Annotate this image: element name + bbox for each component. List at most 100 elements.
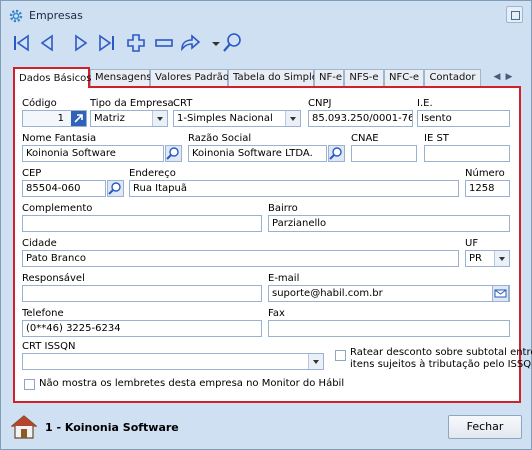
first-record-button[interactable]: [11, 31, 33, 55]
send-email-button[interactable]: [492, 285, 509, 302]
tab-nfe[interactable]: NF-e: [314, 69, 344, 87]
tab-tabela-do-simples[interactable]: Tabela do Simples: [228, 69, 323, 87]
prev-icon: [40, 34, 53, 52]
first-icon: [14, 34, 29, 52]
nao-mostra-lembretes-checkbox[interactable]: [24, 379, 35, 390]
chevron-down-icon[interactable]: [152, 111, 167, 126]
cnae-label: CNAE: [351, 133, 379, 144]
tab-contador[interactable]: Contador: [424, 69, 481, 87]
cidade-field[interactable]: Pato Branco: [22, 250, 459, 267]
share-dropdown-button[interactable]: [205, 31, 220, 55]
dados-basicos-panel: Código 1 Tipo da Empresa Matriz CRT 1-Si…: [13, 86, 532, 403]
razao-social-field[interactable]: Koinonia Software LTDA.: [188, 145, 327, 162]
endereco-field[interactable]: Rua Itapuã: [129, 180, 459, 197]
previous-record-button[interactable]: [37, 31, 59, 55]
tab-scroll-left-icon[interactable]: ◀: [491, 70, 503, 84]
crt-value: 1-Simples Nacional: [177, 113, 273, 124]
open-link-icon: [71, 111, 86, 126]
email-icon: [492, 285, 509, 302]
fax-field[interactable]: [268, 320, 510, 337]
app-gear-icon: [9, 9, 23, 23]
search-icon: [223, 33, 241, 52]
razao-social-label: Razão Social: [188, 133, 252, 144]
next-record-button[interactable]: [69, 31, 91, 55]
ie-label: I.E.: [417, 98, 433, 109]
bairro-label: Bairro: [268, 203, 298, 214]
window-title: Empresas: [29, 9, 83, 22]
tab-strip: Dados Básicos Mensagens Valores Padrão T…: [13, 67, 521, 88]
chevron-down-icon[interactable]: [308, 354, 323, 369]
chevron-down-icon[interactable]: [494, 251, 509, 266]
nome-fantasia-field[interactable]: Koinonia Software: [22, 145, 164, 162]
complemento-field[interactable]: [22, 215, 262, 232]
tipo-empresa-select[interactable]: Matriz: [90, 110, 168, 127]
title-bar: Empresas: [1, 1, 531, 31]
endereco-label: Endereço: [129, 168, 176, 179]
ie-field[interactable]: Isento: [417, 110, 510, 127]
cep-field[interactable]: 85504-060: [22, 180, 106, 197]
cnae-field[interactable]: [351, 145, 417, 162]
chevron-down-icon[interactable]: [285, 111, 300, 126]
nome-fantasia-label: Nome Fantasia: [22, 133, 97, 144]
search-icon: [328, 145, 345, 162]
next-icon: [75, 34, 88, 52]
telefone-field[interactable]: (0**46) 3225-6234: [22, 320, 262, 337]
tipo-empresa-label: Tipo da Empresa: [90, 98, 174, 109]
share-button[interactable]: [179, 31, 205, 55]
share-icon: [181, 34, 201, 52]
maximize-button[interactable]: [506, 6, 523, 23]
responsavel-label: Responsável: [22, 273, 85, 284]
bairro-field[interactable]: Parzianello: [268, 215, 510, 232]
nome-fantasia-search-button[interactable]: [165, 145, 182, 162]
tab-valores-padrao[interactable]: Valores Padrão: [150, 69, 229, 87]
tipo-empresa-value: Matriz: [94, 113, 125, 124]
tab-nfse[interactable]: NFS-e: [344, 69, 384, 87]
ratear-desconto-label-line2: itens sujeitos à tributação pelo ISSQN: [350, 359, 532, 370]
numero-label: Número: [465, 168, 505, 179]
complemento-label: Complemento: [22, 203, 93, 214]
current-company-label: 1 - Koinonia Software: [45, 421, 179, 434]
telefone-label: Telefone: [22, 308, 64, 319]
tab-mensagens[interactable]: Mensagens: [90, 69, 152, 87]
last-record-button[interactable]: [95, 31, 117, 55]
uf-select[interactable]: PR: [465, 250, 510, 267]
tab-nfce[interactable]: NFC-e: [384, 69, 424, 87]
crt-select[interactable]: 1-Simples Nacional: [173, 110, 301, 127]
add-icon: [127, 34, 145, 52]
ratear-desconto-checkbox[interactable]: [335, 350, 346, 361]
responsavel-field[interactable]: [22, 285, 262, 302]
uf-value: PR: [469, 253, 482, 264]
remove-icon: [155, 39, 173, 47]
nao-mostra-lembretes-label: Não mostra os lembretes desta empresa no…: [39, 378, 345, 389]
last-icon: [99, 34, 114, 52]
crt-label: CRT: [173, 98, 193, 109]
footer-bar: 1 - Koinonia Software Fechar: [1, 405, 531, 449]
search-button[interactable]: [221, 31, 243, 55]
cep-search-button[interactable]: [107, 180, 124, 197]
cep-label: CEP: [22, 168, 42, 179]
remove-record-button[interactable]: [153, 31, 175, 55]
razao-social-search-button[interactable]: [328, 145, 345, 162]
home-icon: [11, 415, 37, 439]
search-icon: [165, 145, 182, 162]
crt-issqn-label: CRT ISSQN: [22, 341, 76, 352]
uf-label: UF: [465, 238, 479, 249]
ie-st-label: IE ST: [424, 133, 449, 144]
tab-dados-basicos[interactable]: Dados Básicos: [13, 67, 92, 88]
ie-st-field[interactable]: [424, 145, 510, 162]
ratear-desconto-label-line1: Ratear desconto sobre subtotal entre: [350, 347, 532, 358]
codigo-label: Código: [22, 98, 57, 109]
fax-label: Fax: [268, 308, 285, 319]
email-field[interactable]: suporte@habil.com.br: [268, 285, 510, 302]
cidade-label: Cidade: [22, 238, 57, 249]
tab-scroll-arrows: ◀ ▶: [491, 69, 521, 85]
crt-issqn-select[interactable]: [22, 353, 324, 370]
numero-field[interactable]: 1258: [465, 180, 510, 197]
add-record-button[interactable]: [125, 31, 147, 55]
search-icon: [107, 180, 124, 197]
email-label: E-mail: [268, 273, 300, 284]
codigo-open-button[interactable]: [70, 110, 87, 127]
close-button[interactable]: Fechar: [448, 415, 522, 439]
cnpj-field[interactable]: 85.093.250/0001-76: [308, 110, 413, 127]
tab-scroll-right-icon[interactable]: ▶: [503, 70, 515, 84]
